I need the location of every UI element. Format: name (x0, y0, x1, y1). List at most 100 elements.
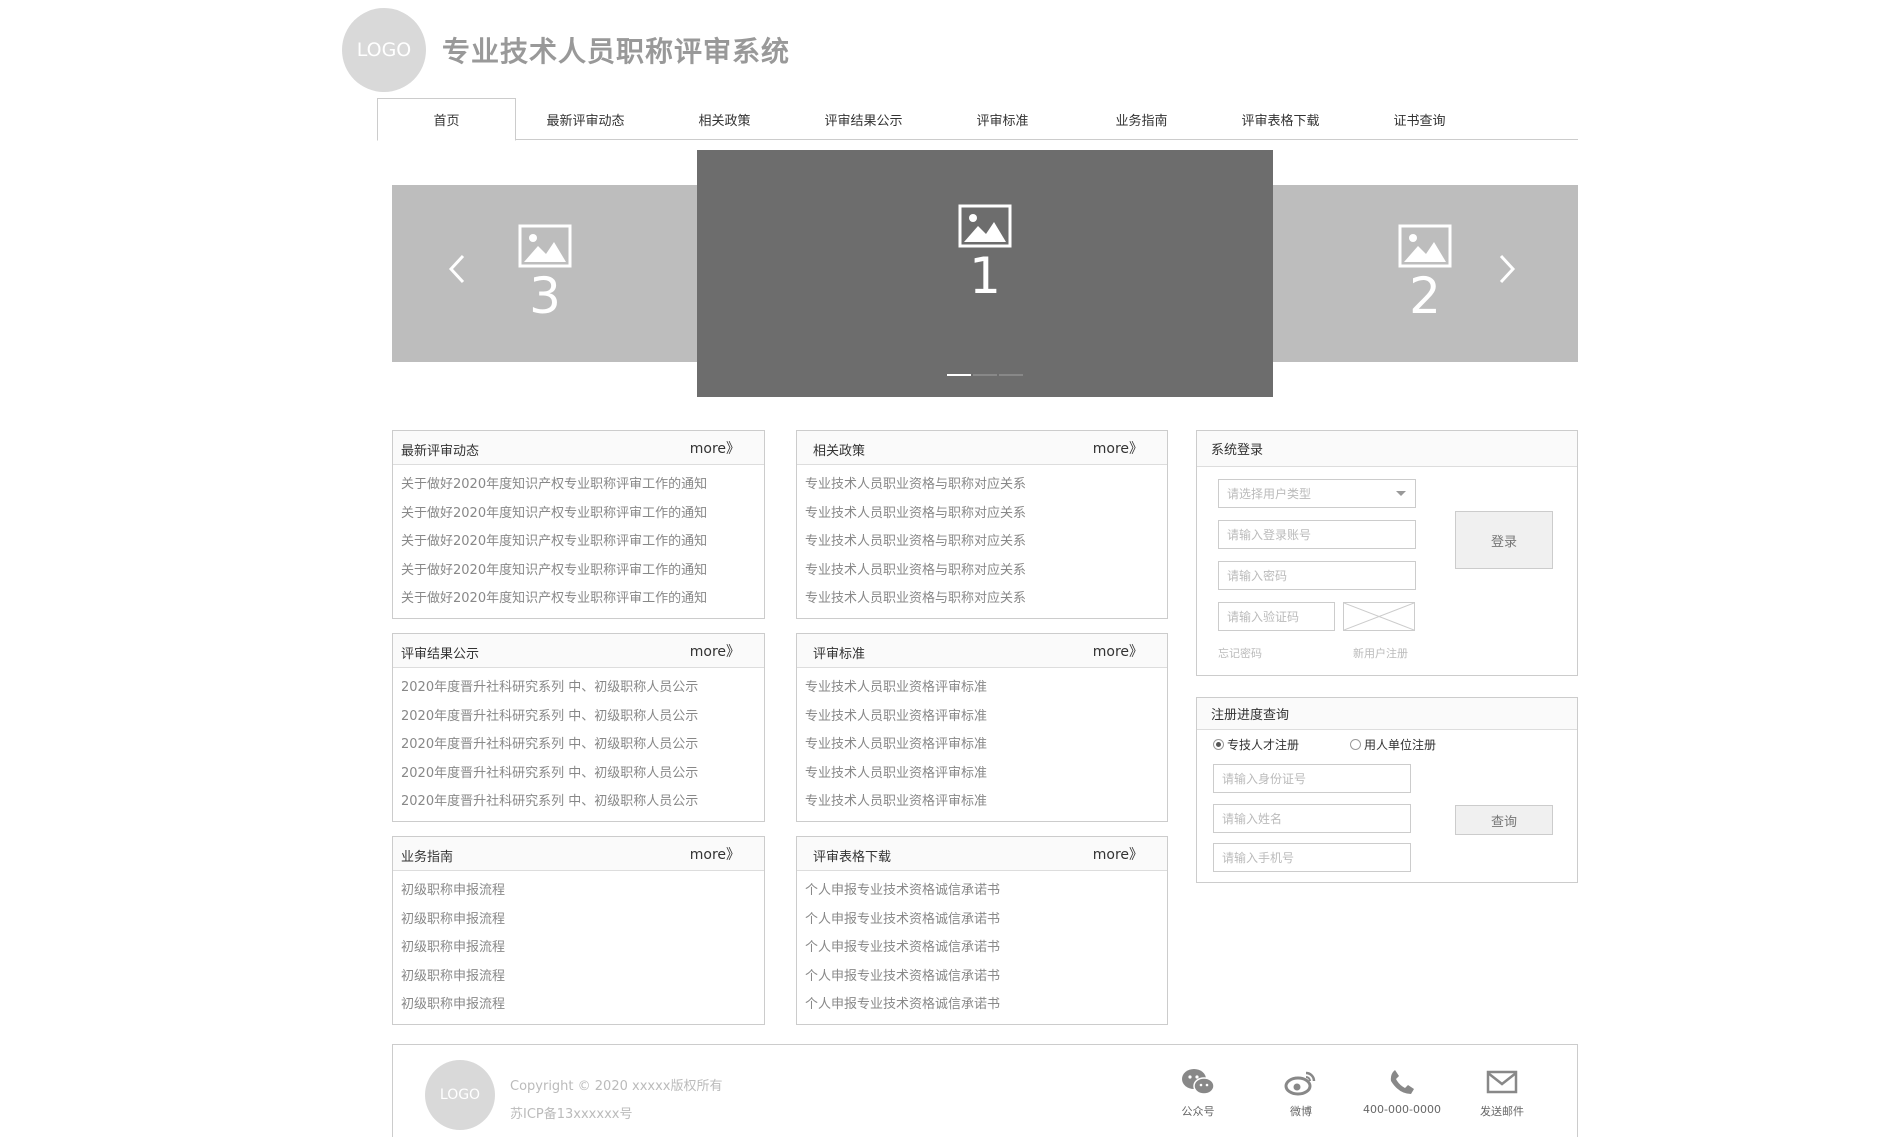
list-item[interactable]: 初级职称申报流程 (401, 991, 756, 1020)
carousel-dot[interactable] (973, 374, 997, 376)
password-input[interactable]: 请输入密码 (1218, 561, 1416, 590)
more-link[interactable]: more》 (1093, 438, 1143, 458)
email-link[interactable]: 发送邮件 (1457, 1067, 1547, 1119)
carousel-dot[interactable] (999, 374, 1023, 376)
account-input[interactable]: 请输入登录账号 (1218, 520, 1416, 549)
list-item[interactable]: 2020年度晋升社科研究系列 中、初级职称人员公示 (401, 760, 756, 789)
list-item[interactable]: 专业技术人员职业资格评审标准 (805, 674, 1159, 703)
panel-guide: 业务指南 more》 初级职称申报流程 初级职称申报流程 初级职称申报流程 初级职… (392, 836, 765, 1025)
radio-unit[interactable]: 用人单位注册 (1350, 736, 1436, 753)
panel-title: 业务指南 (401, 850, 454, 865)
weibo-link[interactable]: 微博 (1256, 1067, 1346, 1119)
list-item[interactable]: 专业技术人员职业资格评审标准 (805, 788, 1159, 817)
more-link[interactable]: more》 (690, 438, 740, 458)
carousel-slide-next[interactable]: 2 (1272, 185, 1578, 362)
footer: LOGO Copyright © 2020 xxxxx版权所有 苏ICP备13x… (392, 1044, 1578, 1137)
panel-latest-news: 最新评审动态 more》 关于做好2020年度知识产权专业职称评审工作的通知 关于… (392, 430, 765, 619)
captcha-input[interactable]: 请输入验证码 (1218, 602, 1335, 631)
list-item[interactable]: 专业技术人员职业资格与职称对应关系 (805, 500, 1159, 529)
more-link[interactable]: more》 (1093, 844, 1143, 864)
list-item[interactable]: 2020年度晋升社科研究系列 中、初级职称人员公示 (401, 703, 756, 732)
phone-link[interactable]: 400-000-0000 (1357, 1067, 1447, 1116)
icp-text: 苏ICP备13xxxxxx号 (510, 1107, 633, 1122)
image-icon (958, 204, 1012, 247)
site-logo[interactable]: LOGO (342, 8, 426, 92)
user-type-select[interactable]: 请选择用户类型 (1218, 479, 1416, 508)
image-icon (1398, 224, 1452, 267)
login-title: 系统登录 (1197, 431, 1577, 467)
nav-tab-guide[interactable]: 业务指南 (1072, 98, 1211, 140)
more-link[interactable]: more》 (690, 844, 740, 864)
carousel-slide-current[interactable]: 1 (697, 150, 1273, 397)
list-item[interactable]: 专业技术人员职业资格评审标准 (805, 731, 1159, 760)
progress-title: 注册进度查询 (1197, 698, 1577, 730)
list-item[interactable]: 专业技术人员职业资格与职称对应关系 (805, 585, 1159, 614)
list-item[interactable]: 初级职称申报流程 (401, 934, 756, 963)
id-number-input[interactable]: 请输入身份证号 (1213, 764, 1411, 793)
list-item[interactable]: 关于做好2020年度知识产权专业职称评审工作的通知 (401, 557, 756, 586)
carousel-next-arrow-icon[interactable] (1498, 253, 1516, 293)
user-type-placeholder: 请选择用户类型 (1227, 487, 1312, 501)
radio-person[interactable]: 专技人才注册 (1213, 736, 1299, 753)
query-button[interactable]: 查询 (1455, 805, 1553, 835)
list-item[interactable]: 个人申报专业技术资格诚信承诺书 (805, 877, 1159, 906)
panel-title: 最新评审动态 (401, 444, 480, 459)
list-item[interactable]: 专业技术人员职业资格评审标准 (805, 703, 1159, 732)
more-link[interactable]: more》 (1093, 641, 1143, 661)
panel-policy: 相关政策 more》 专业技术人员职业资格与职称对应关系 专业技术人员职业资格与职… (796, 430, 1168, 619)
more-link[interactable]: more》 (690, 641, 740, 661)
list-item[interactable]: 2020年度晋升社科研究系列 中、初级职称人员公示 (401, 674, 756, 703)
list-item[interactable]: 2020年度晋升社科研究系列 中、初级职称人员公示 (401, 731, 756, 760)
list-item[interactable]: 初级职称申报流程 (401, 906, 756, 935)
forgot-password-link[interactable]: 忘记密码 (1218, 645, 1262, 661)
panel-title: 相关政策 (813, 444, 866, 459)
phone-input[interactable]: 请输入手机号 (1213, 843, 1411, 872)
list-item[interactable]: 关于做好2020年度知识产权专业职称评审工作的通知 (401, 585, 756, 614)
panel-title: 评审结果公示 (401, 647, 480, 662)
login-button[interactable]: 登录 (1455, 511, 1553, 569)
list-item[interactable]: 个人申报专业技术资格诚信承诺书 (805, 934, 1159, 963)
wechat-label: 公众号 (1181, 1105, 1215, 1118)
panel-forms: 评审表格下载 more》 个人申报专业技术资格诚信承诺书 个人申报专业技术资格诚信… (796, 836, 1168, 1025)
panel-results: 评审结果公示 more》 2020年度晋升社科研究系列 中、初级职称人员公示 20… (392, 633, 765, 822)
list-item[interactable]: 关于做好2020年度知识产权专业职称评审工作的通知 (401, 500, 756, 529)
nav-tab-latest-news[interactable]: 最新评审动态 (516, 98, 655, 140)
nav-tab-forms[interactable]: 评审表格下载 (1211, 98, 1350, 140)
list-item[interactable]: 个人申报专业技术资格诚信承诺书 (805, 906, 1159, 935)
radio-unselected-icon (1350, 739, 1361, 750)
weibo-icon (1284, 1071, 1316, 1096)
panel-title: 评审标准 (813, 647, 866, 662)
main-nav: 首页 最新评审动态 相关政策 评审结果公示 评审标准 业务指南 评审表格下载 证… (377, 98, 1578, 141)
phone-label: 400-000-0000 (1363, 1103, 1441, 1116)
phone-icon (1390, 1070, 1414, 1094)
list-item[interactable]: 专业技术人员职业资格评审标准 (805, 760, 1159, 789)
email-label: 发送邮件 (1480, 1105, 1524, 1118)
name-input[interactable]: 请输入姓名 (1213, 804, 1411, 833)
list-item[interactable]: 初级职称申报流程 (401, 877, 756, 906)
list-item[interactable]: 关于做好2020年度知识产权专业职称评审工作的通知 (401, 528, 756, 557)
nav-tab-policy[interactable]: 相关政策 (655, 98, 794, 140)
list-item[interactable]: 个人申报专业技术资格诚信承诺书 (805, 963, 1159, 992)
radio-person-label: 专技人才注册 (1227, 738, 1300, 752)
slide-number: 1 (969, 246, 1001, 305)
slide-number: 3 (529, 266, 561, 325)
carousel-slide-prev[interactable]: 3 (392, 185, 698, 362)
list-item[interactable]: 专业技术人员职业资格与职称对应关系 (805, 557, 1159, 586)
nav-tab-standards[interactable]: 评审标准 (933, 98, 1072, 140)
carousel-prev-arrow-icon[interactable] (448, 253, 466, 293)
list-item[interactable]: 初级职称申报流程 (401, 963, 756, 992)
list-item[interactable]: 专业技术人员职业资格与职称对应关系 (805, 528, 1159, 557)
captcha-image[interactable] (1343, 602, 1415, 631)
register-link[interactable]: 新用户注册 (1353, 645, 1408, 661)
list-item[interactable]: 2020年度晋升社科研究系列 中、初级职称人员公示 (401, 788, 756, 817)
wechat-link[interactable]: 公众号 (1153, 1067, 1243, 1119)
list-item[interactable]: 关于做好2020年度知识产权专业职称评审工作的通知 (401, 471, 756, 500)
image-icon (518, 224, 572, 267)
captcha-placeholder-icon (1343, 602, 1415, 631)
carousel-dot[interactable] (947, 374, 971, 376)
nav-tab-home[interactable]: 首页 (377, 98, 516, 141)
list-item[interactable]: 个人申报专业技术资格诚信承诺书 (805, 991, 1159, 1020)
nav-tab-results[interactable]: 评审结果公示 (794, 98, 933, 140)
nav-tab-certificate[interactable]: 证书查询 (1350, 98, 1489, 140)
list-item[interactable]: 专业技术人员职业资格与职称对应关系 (805, 471, 1159, 500)
